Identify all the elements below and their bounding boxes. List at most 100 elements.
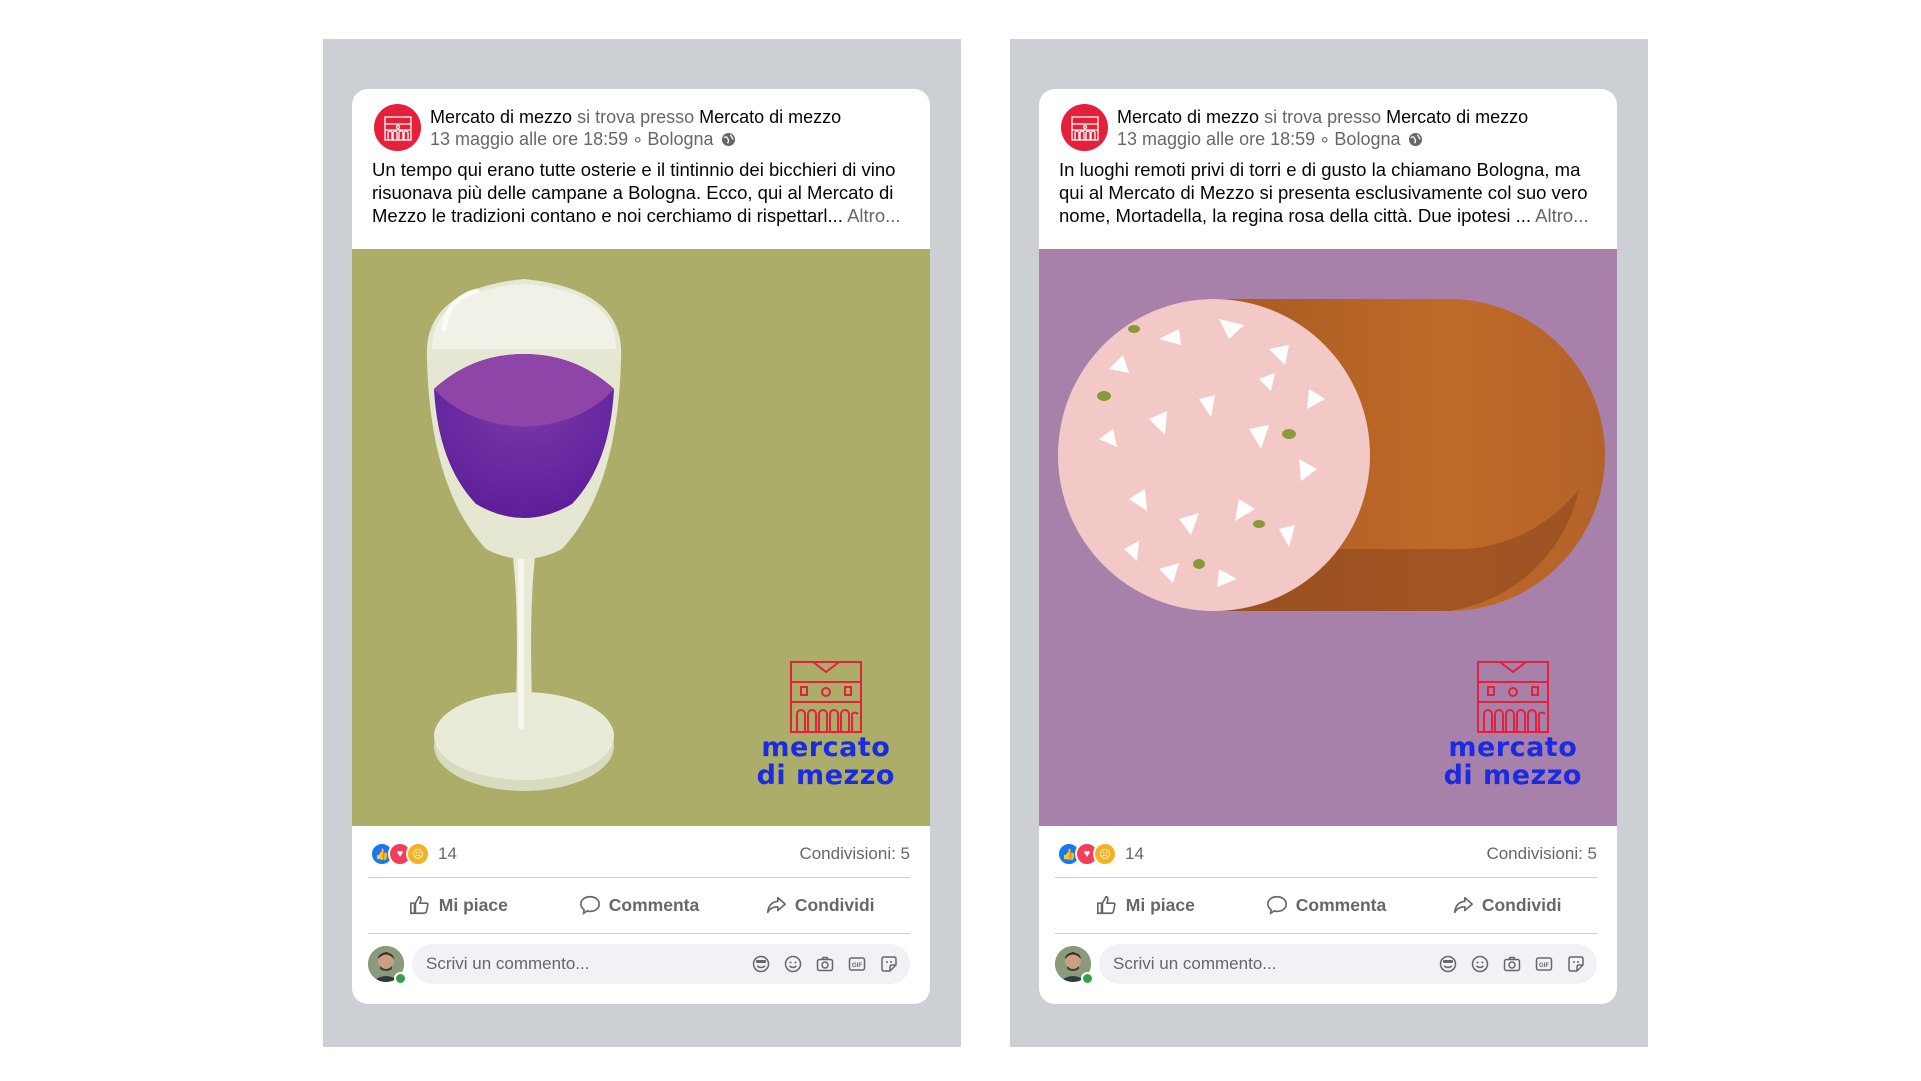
camera-icon[interactable] [814,953,836,975]
market-building-icon [789,661,862,733]
reactions-bar: 👍 ♥ ☹ 14 Condivisioni: 5 [1057,841,1597,867]
comment-placeholder: Scrivi un commento... [1113,954,1277,973]
divider [1055,877,1597,878]
comment-input[interactable]: Scrivi un commento... GIF [1099,944,1597,984]
comment-icon [579,895,600,915]
post-city[interactable]: Bologna [647,128,713,150]
comment-button[interactable]: Commenta [549,883,730,927]
brand-line-2: di mezzo [1443,760,1582,791]
page-name-link[interactable]: Mercato di mezzo [1117,107,1259,127]
angry-reaction-icon: ☹ [406,842,430,866]
globe-icon [1409,132,1423,146]
post-image[interactable]: mercato di mezzo [352,249,930,826]
post-text: Un tempo qui erano tutte osterie e il ti… [372,159,896,226]
gif-icon[interactable]: GIF [1533,953,1555,975]
avatar-sticker-icon[interactable] [750,953,772,975]
post-panel-mortadella: Mercato di mezzo si trova presso Mercato… [1010,39,1648,1047]
share-icon [766,896,786,914]
post-timestamp[interactable]: 13 maggio alle ore 18:59 [1117,128,1315,150]
post-timestamp[interactable]: 13 maggio alle ore 18:59 [430,128,628,150]
like-button[interactable]: Mi piace [368,883,549,927]
comment-input[interactable]: Scrivi un commento... GIF [412,944,910,984]
like-label: Mi piace [1125,894,1195,915]
online-status-dot [1081,972,1094,985]
page-name-link[interactable]: Mercato di mezzo [430,107,572,127]
online-status-dot [394,972,407,985]
brand-line-1: mercato [761,732,891,763]
svg-text:GIF: GIF [852,963,862,969]
post-author-line: Mercato di mezzo si trova presso Mercato… [1117,106,1528,128]
comment-tools: GIF [1437,953,1587,975]
see-more-link[interactable]: Altro... [847,205,900,226]
comment-icon [1266,895,1287,915]
meta-separator: ∘ [1319,129,1331,149]
post-header: Mercato di mezzo si trova presso Mercato… [1061,104,1595,164]
share-button[interactable]: Condividi [1416,883,1597,927]
divider [368,877,910,878]
location-link[interactable]: Mercato di mezzo [699,107,841,127]
brand-line-1: mercato [1448,732,1578,763]
post-meta: 13 maggio alle ore 18:59 ∘ Bologna [430,128,841,150]
post-header: Mercato di mezzo si trova presso Mercato… [374,104,908,164]
thumbs-up-icon [409,895,429,915]
camera-icon[interactable] [1501,953,1523,975]
like-button[interactable]: Mi piace [1055,883,1236,927]
comment-tools: GIF [750,953,900,975]
comment-button[interactable]: Commenta [1236,883,1417,927]
sticker-icon[interactable] [878,953,900,975]
divider [1055,933,1597,934]
avatar-sticker-icon[interactable] [1437,953,1459,975]
share-button[interactable]: Condividi [729,883,910,927]
facebook-post-card: Mercato di mezzo si trova presso Mercato… [352,89,930,1004]
page-avatar[interactable] [374,104,421,151]
location-connector: si trova presso [577,107,695,127]
gif-icon[interactable]: GIF [846,953,868,975]
reactions-bar: 👍 ♥ ☹ 14 Condivisioni: 5 [370,841,910,867]
location-link[interactable]: Mercato di mezzo [1386,107,1528,127]
globe-icon [722,132,736,146]
post-body: Un tempo qui erano tutte osterie e il ti… [372,158,912,227]
market-building-icon [1070,115,1099,141]
see-more-link[interactable]: Altro... [1535,205,1588,226]
facebook-post-card: Mercato di mezzo si trova presso Mercato… [1039,89,1617,1004]
meta-separator: ∘ [632,129,644,149]
post-actions: Mi piace Commenta Condividi [1055,883,1597,927]
sticker-icon[interactable] [1565,953,1587,975]
share-icon [1453,896,1473,914]
post-meta: 13 maggio alle ore 18:59 ∘ Bologna [1117,128,1528,150]
reaction-count[interactable]: 14 [438,844,457,864]
shares-count[interactable]: Condivisioni: 5 [1486,844,1597,864]
post-panel-wine: Mercato di mezzo si trova presso Mercato… [323,39,961,1047]
page-avatar[interactable] [1061,104,1108,151]
reaction-icons[interactable]: 👍 ♥ ☹ [370,842,430,866]
market-building-icon [1476,661,1549,733]
angry-reaction-icon: ☹ [1093,842,1117,866]
post-city[interactable]: Bologna [1334,128,1400,150]
emoji-icon[interactable] [1469,953,1491,975]
share-label: Condividi [1481,894,1562,915]
thumbs-up-icon [1096,895,1116,915]
comment-label: Commenta [608,894,700,915]
divider [368,933,910,934]
market-building-icon [383,115,412,141]
svg-text:GIF: GIF [1539,963,1549,969]
comment-label: Commenta [1295,894,1387,915]
post-author-line: Mercato di mezzo si trova presso Mercato… [430,106,841,128]
brand-logo: mercato di mezzo [1444,660,1582,790]
reaction-icons[interactable]: 👍 ♥ ☹ [1057,842,1117,866]
location-connector: si trova presso [1264,107,1382,127]
brand-name: mercato di mezzo [757,734,895,790]
comment-placeholder: Scrivi un commento... [426,954,590,973]
share-label: Condividi [794,894,875,915]
brand-logo: mercato di mezzo [757,660,895,790]
reaction-count[interactable]: 14 [1125,844,1144,864]
post-body: In luoghi remoti privi di torri e di gus… [1059,158,1599,227]
brand-name: mercato di mezzo [1444,734,1582,790]
comment-composer: Scrivi un commento... GIF [368,944,910,985]
post-image[interactable]: mercato di mezzo [1039,249,1617,826]
post-actions: Mi piace Commenta Condividi [368,883,910,927]
shares-count[interactable]: Condivisioni: 5 [799,844,910,864]
emoji-icon[interactable] [782,953,804,975]
post-text: In luoghi remoti privi di torri e di gus… [1059,159,1588,226]
comment-composer: Scrivi un commento... GIF [1055,944,1597,985]
